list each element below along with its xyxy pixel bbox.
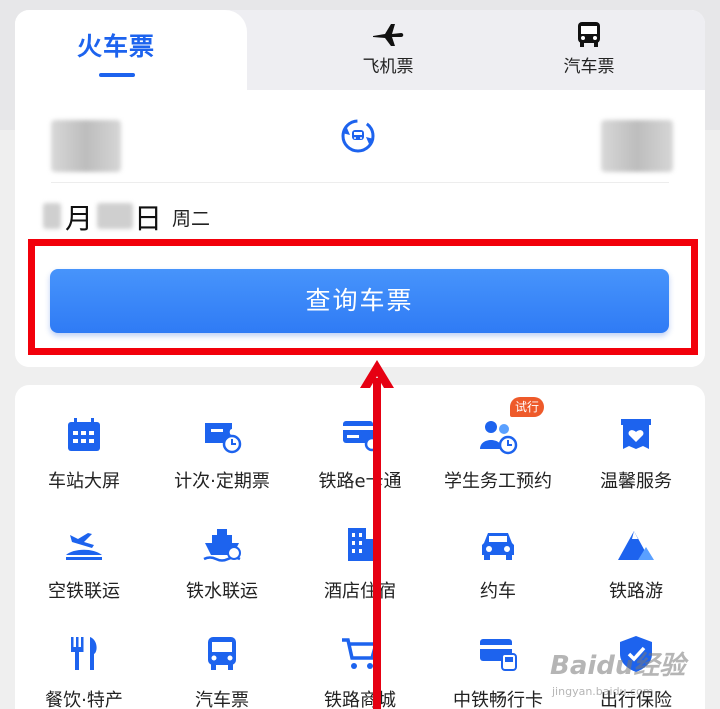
service-label: 计次·定期票 xyxy=(174,471,270,492)
service-label: 汽车票 xyxy=(195,690,249,709)
fork-knife-icon xyxy=(71,637,97,670)
plane-train-icon xyxy=(66,533,102,560)
service-item[interactable]: 计次·定期票 xyxy=(153,415,291,515)
service-label: 约车 xyxy=(480,581,516,602)
service-label: 餐饮·特产 xyxy=(45,690,123,709)
service-label: 铁水联运 xyxy=(186,581,258,602)
month-label: 月 xyxy=(65,202,94,235)
weekday-label: 周二 xyxy=(172,208,211,230)
service-item[interactable]: 中铁畅行卡 xyxy=(429,634,567,709)
tab-flight-label: 飞机票 xyxy=(362,57,414,77)
day-label: 日 xyxy=(134,202,163,235)
watermark-main: Baidu经验 xyxy=(550,651,686,681)
bus-icon xyxy=(578,22,600,47)
service-item[interactable]: 温馨服务 xyxy=(567,415,705,515)
service-item[interactable]: 学生务工预约 xyxy=(429,415,567,515)
departure-station[interactable] xyxy=(51,120,121,172)
service-label: 学生务工预约 xyxy=(444,471,552,492)
service-item[interactable]: 铁水联运 xyxy=(153,525,291,625)
highlight-frame xyxy=(28,239,698,355)
service-label: 车站大屏 xyxy=(48,471,120,492)
service-item[interactable]: 餐饮·特产 xyxy=(15,634,153,709)
watermark-sub: jingyan.baidu.com xyxy=(552,685,654,698)
calendar-icon xyxy=(68,418,100,451)
service-item[interactable]: 空铁联运 xyxy=(15,525,153,625)
arrival-station[interactable] xyxy=(601,120,673,172)
service-item[interactable]: 车站大屏 xyxy=(15,415,153,515)
swap-stations-icon[interactable] xyxy=(338,116,378,156)
tab-train[interactable]: 火车票 xyxy=(15,10,247,90)
tab-bus-label: 汽车票 xyxy=(563,57,615,77)
ship-icon xyxy=(203,529,241,562)
heart-box-icon xyxy=(621,419,651,449)
service-item[interactable]: 约车 xyxy=(429,525,567,625)
divider xyxy=(51,182,669,183)
service-item[interactable]: 铁路游 xyxy=(567,525,705,625)
service-label: 铁路游 xyxy=(609,581,663,602)
watermark: Baidu经验 jingyan.baidu.com xyxy=(550,645,720,709)
airplane-icon xyxy=(373,24,404,46)
card-train-icon xyxy=(480,639,517,671)
ticket-tabs: 火车票 飞机票 汽车票 xyxy=(15,10,705,90)
service-label: 温馨服务 xyxy=(600,471,672,492)
up-arrow-annotation xyxy=(360,360,394,709)
tab-flight[interactable]: 飞机票 xyxy=(318,20,458,84)
tab-train-label: 火车票 xyxy=(76,32,155,61)
service-label: 空铁联运 xyxy=(48,581,120,602)
car-icon xyxy=(482,533,514,560)
service-item[interactable]: 汽车票 xyxy=(153,634,291,709)
ticket-clock-icon xyxy=(205,423,242,454)
tab-active-indicator xyxy=(99,73,135,77)
mountain-icon xyxy=(618,531,654,560)
trial-badge: 试行 xyxy=(510,397,545,417)
tab-bus[interactable]: 汽车票 xyxy=(519,20,659,84)
people-clock-icon xyxy=(480,421,518,455)
bus-icon xyxy=(208,637,236,670)
